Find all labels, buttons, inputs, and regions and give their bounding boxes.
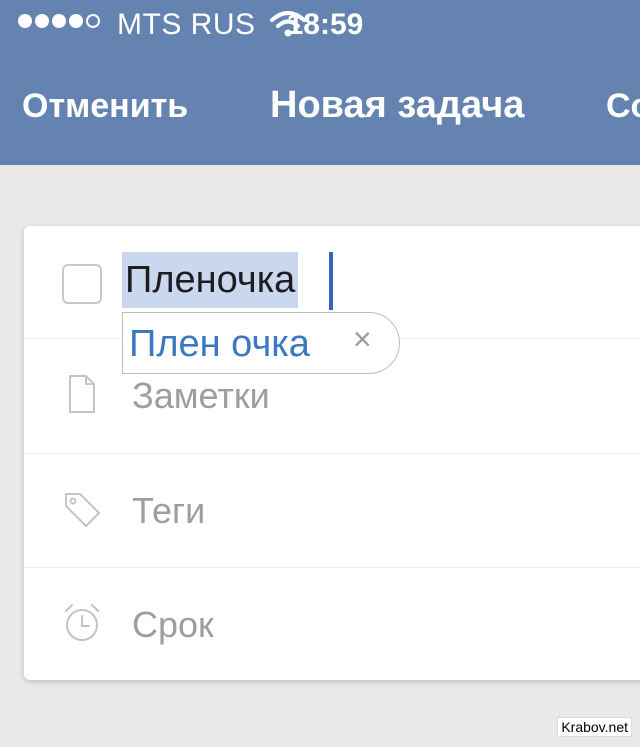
task-checkbox[interactable]: [62, 264, 102, 304]
status-bar: MTS RUS 18:59: [0, 0, 640, 52]
tags-row[interactable]: Теги: [24, 454, 640, 568]
cancel-button[interactable]: Отменить: [22, 87, 188, 126]
task-title-row: Пленочка Плен очка ×: [24, 226, 640, 374]
save-button[interactable]: Со: [606, 87, 640, 126]
task-card: Пленочка Плен очка × Заметки Теги Срок: [24, 226, 640, 680]
text-caret: [329, 252, 333, 310]
notes-field[interactable]: Заметки: [132, 375, 270, 417]
suggestion-text[interactable]: Плен очка: [129, 323, 310, 366]
due-date-field[interactable]: Срок: [132, 604, 214, 646]
tag-icon: [65, 493, 100, 527]
document-icon: [69, 375, 95, 413]
task-title-input[interactable]: Пленочка: [122, 252, 299, 308]
status-time: 18:59: [286, 8, 364, 41]
dismiss-suggestion-icon[interactable]: ×: [353, 321, 372, 358]
navigation-bar: Отменить Новая задача Со: [0, 52, 640, 165]
tags-field[interactable]: Теги: [132, 490, 205, 532]
due-date-row[interactable]: Срок: [24, 568, 640, 680]
autocorrect-suggestion[interactable]: Плен очка ×: [122, 312, 400, 374]
alarm-clock-icon: [65, 604, 99, 641]
page-title: Новая задача: [270, 84, 525, 126]
watermark: Krabov.net: [557, 717, 632, 737]
top-bar: MTS RUS 18:59 Отменить Новая задача Со: [0, 0, 640, 165]
